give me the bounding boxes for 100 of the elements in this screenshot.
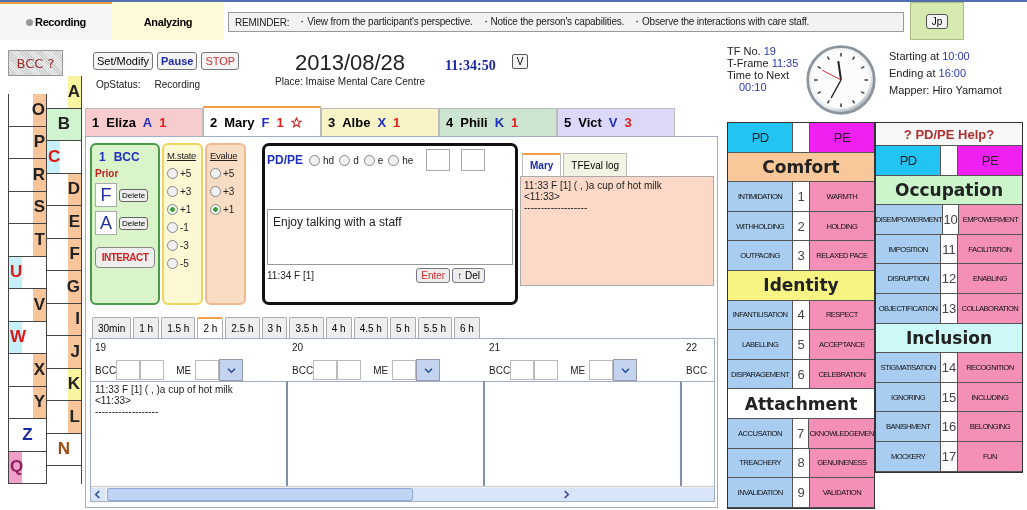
radio-button[interactable]	[167, 186, 178, 197]
letter-button[interactable]: I	[47, 303, 81, 336]
duration-tab[interactable]: 2 h	[197, 317, 224, 338]
bcc-help-button[interactable]: BCC ?	[8, 50, 63, 76]
input-field[interactable]	[392, 360, 417, 380]
letter-button[interactable]: C	[47, 141, 81, 174]
control-button[interactable]: Set/Modify	[93, 52, 153, 70]
letter-button[interactable]: U	[9, 256, 46, 289]
letter-button[interactable]: Y	[9, 386, 46, 419]
code-field[interactable]: F	[95, 183, 117, 207]
frame-label: T-Frame	[727, 57, 769, 69]
radio-button[interactable]	[339, 154, 351, 166]
duration-tab[interactable]: 4.5 h	[353, 317, 388, 338]
control-button[interactable]: Pause	[156, 52, 198, 70]
scrollbar-thumb[interactable]	[106, 487, 413, 501]
mode-tab[interactable]: Analyzing	[112, 2, 224, 40]
input-field[interactable]	[426, 149, 451, 171]
radio-button[interactable]	[167, 222, 178, 233]
radio-button[interactable]	[210, 168, 221, 179]
note-field[interactable]: Enjoy talking with a staff	[267, 209, 513, 265]
log-tab[interactable]: TFEval log	[563, 153, 628, 176]
view-button[interactable]: V	[511, 54, 529, 69]
frame-value: 19	[763, 45, 776, 57]
control-button[interactable]: STOP	[201, 52, 240, 70]
letter-button[interactable]: G	[47, 271, 81, 304]
dropdown-button[interactable]	[613, 359, 638, 381]
letter-button[interactable]: A	[47, 76, 81, 109]
radio-button[interactable]	[167, 204, 178, 215]
code-field[interactable]: A	[95, 211, 117, 235]
letter-button[interactable]: D	[47, 173, 81, 206]
letter-button[interactable]: R	[9, 159, 46, 192]
code-number: 15	[940, 382, 958, 412]
letter-button[interactable]: E	[47, 206, 81, 239]
radio-button[interactable]	[388, 154, 400, 166]
letter-button[interactable]: V	[9, 289, 46, 322]
letter-button[interactable]: X	[9, 354, 46, 387]
letter-button[interactable]: K	[47, 368, 81, 401]
duration-tab[interactable]: 1.5 h	[161, 317, 196, 338]
input-field[interactable]	[461, 149, 486, 171]
pe-header: PE	[809, 123, 874, 152]
letter-button[interactable]: W	[9, 321, 46, 354]
letter-button[interactable]: P	[9, 126, 46, 159]
input-field[interactable]	[140, 360, 165, 380]
code-number: 16	[940, 412, 958, 441]
participant-tab[interactable]: 4 Phili K 1	[439, 108, 557, 136]
letter-button[interactable]: S	[9, 191, 46, 224]
radio-button[interactable]	[167, 240, 178, 251]
radio-button[interactable]	[167, 168, 178, 179]
duration-tab[interactable]: 4 h	[325, 317, 352, 338]
radio-button[interactable]	[210, 186, 221, 197]
pd-pe-title: PD/PE	[267, 153, 303, 167]
duration-tab[interactable]: 30min	[92, 317, 132, 338]
code-number: 6	[792, 359, 810, 389]
letter-button[interactable]: J	[47, 336, 81, 369]
letter-button[interactable]: O	[9, 94, 46, 127]
letter-button[interactable]: L	[47, 401, 81, 434]
participant-tab[interactable]: 5 Vict V 3	[557, 108, 675, 136]
duration-tab[interactable]: 3 h	[261, 317, 288, 338]
duration-tab[interactable]: 5.5 h	[417, 317, 453, 338]
scroll-left-button[interactable]	[91, 487, 105, 501]
horizontal-scrollbar[interactable]	[91, 486, 714, 501]
input-field[interactable]	[116, 360, 141, 380]
delete-button[interactable]: Delete	[119, 216, 149, 230]
radio-button[interactable]	[363, 154, 375, 166]
duration-tab[interactable]: 3.5 h	[289, 317, 324, 338]
letter-button[interactable]: F	[47, 238, 81, 271]
duration-tab[interactable]: 2.5 h	[225, 317, 260, 338]
duration-tab[interactable]: 5 h	[389, 317, 416, 338]
category-header: Comfort	[728, 152, 874, 183]
help-button[interactable]: ? PD/PE Help?	[876, 123, 1022, 146]
input-field[interactable]	[589, 360, 614, 380]
radio-button[interactable]	[309, 154, 320, 166]
letter-button[interactable]: T	[9, 224, 46, 257]
delete-button[interactable]: Delete	[119, 188, 149, 202]
participant-tab[interactable]: 1 Eliza A 1	[85, 108, 203, 136]
participant-tab[interactable]: 3 Albe X 1	[321, 108, 439, 136]
radio-button[interactable]	[167, 258, 178, 269]
mode-tab[interactable]: Recording	[0, 2, 112, 40]
prior-label: Prior	[95, 168, 120, 179]
note-button[interactable]: Enter	[416, 268, 451, 283]
dropdown-button[interactable]	[219, 359, 244, 381]
radio-label: -1	[180, 222, 189, 233]
log-tab[interactable]: Mary	[522, 153, 562, 176]
reminder-text: ・Notice the person's capabilities.	[480, 15, 625, 29]
input-field[interactable]	[313, 360, 338, 380]
input-field[interactable]	[195, 360, 220, 380]
duration-tab[interactable]: 1 h	[133, 317, 160, 338]
chevron-right-icon	[563, 489, 571, 499]
input-field[interactable]	[337, 360, 362, 380]
note-button[interactable]: ↑ Del	[452, 268, 485, 283]
input-field[interactable]	[510, 360, 535, 380]
participant-tab[interactable]: 2 Mary F 1	[203, 106, 321, 136]
interact-button[interactable]: INTERACT	[95, 247, 155, 268]
dropdown-button[interactable]	[416, 359, 441, 381]
duration-tab[interactable]: 6 h	[454, 317, 480, 338]
language-button[interactable]: Jp	[925, 13, 949, 29]
log-line: <11:33>	[95, 395, 132, 406]
input-field[interactable]	[534, 360, 559, 380]
radio-button[interactable]	[210, 204, 221, 215]
letter-button[interactable]: B	[47, 108, 81, 141]
